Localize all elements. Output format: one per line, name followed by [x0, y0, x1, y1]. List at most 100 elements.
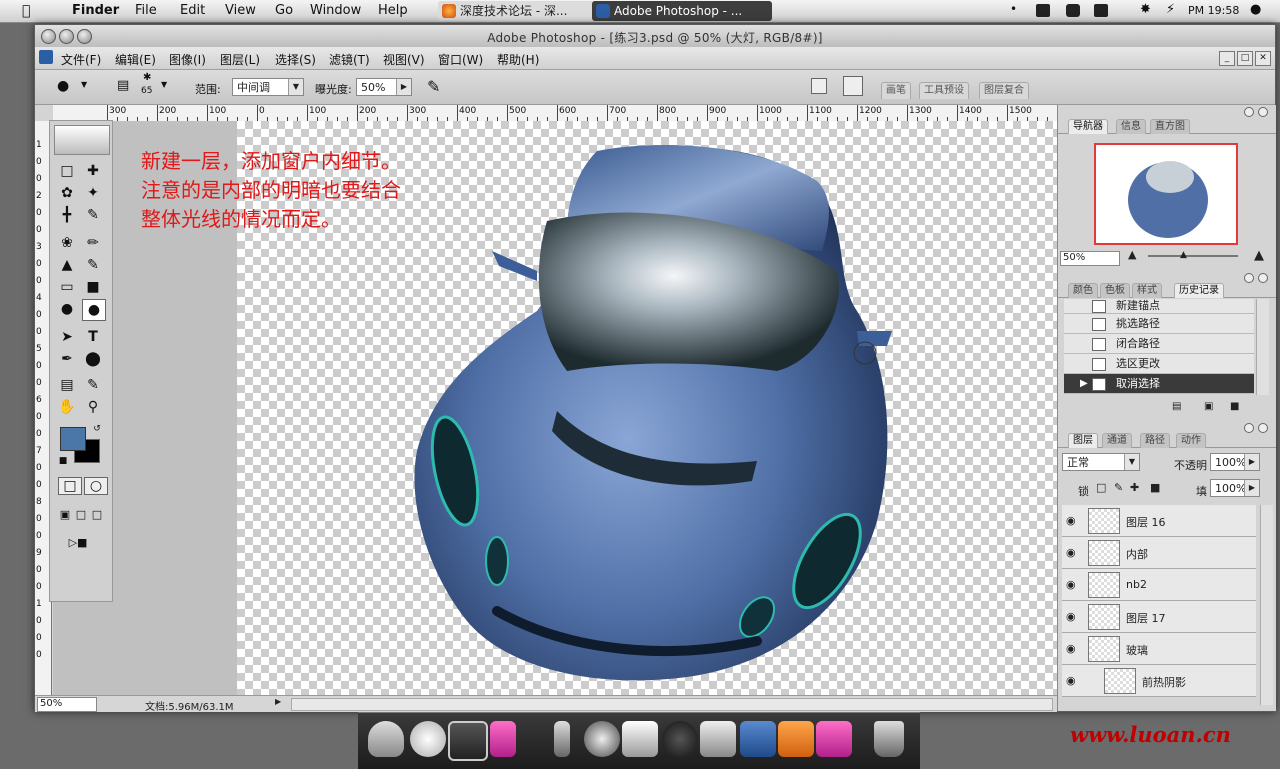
default-colors-icon[interactable]: ■	[52, 451, 74, 471]
spotlight-icon[interactable]: ●	[1250, 2, 1261, 17]
history-item[interactable]: 新建锚点	[1064, 299, 1254, 314]
tab-tool-presets[interactable]: 工具预设	[919, 82, 969, 99]
zoom-tool-icon[interactable]: ⚲	[82, 397, 104, 417]
jump-to-imageready-icon[interactable]: ▷■	[56, 533, 100, 553]
ps-menu-view[interactable]: 视图(V)	[383, 51, 425, 68]
visibility-eye-icon[interactable]: ◉	[1066, 642, 1076, 655]
marquee-tool-icon[interactable]: □	[56, 161, 78, 181]
brush-preset-icon[interactable]: ▤	[117, 78, 129, 93]
notebook-icon[interactable]	[490, 721, 516, 757]
visibility-eye-icon[interactable]: ◉	[1066, 546, 1076, 559]
dodge-tool-icon[interactable]: ●	[82, 299, 106, 321]
range-select[interactable]: 中间调 ▼	[232, 78, 304, 96]
lock-all-icon[interactable]: ■	[1150, 481, 1160, 494]
menu-window[interactable]: Window	[310, 3, 361, 18]
zoom-slider-thumb-icon[interactable]: ▲	[1180, 250, 1187, 260]
robot-icon[interactable]	[700, 721, 736, 757]
gamepad-icon[interactable]	[368, 721, 404, 757]
layer-row[interactable]: ◉ 前热阴影	[1062, 665, 1256, 697]
clone-stamp-tool-icon[interactable]: ▲	[56, 255, 78, 275]
visibility-eye-icon[interactable]: ◉	[1066, 610, 1076, 623]
ps-menu-edit[interactable]: 编辑(E)	[115, 51, 156, 68]
tab-histogram[interactable]: 直方图	[1150, 119, 1190, 134]
history-item-selected[interactable]: ▶ 取消选择	[1064, 374, 1254, 394]
layer-row[interactable]: ◉ 图层 17	[1062, 601, 1256, 633]
fill-field[interactable]: 100% ▶	[1210, 479, 1260, 497]
gradient-tool-icon[interactable]: ■	[82, 277, 104, 297]
eyedropper-tool-icon[interactable]: ✎	[82, 375, 104, 395]
layer-row[interactable]: ◉ 内部	[1062, 537, 1256, 569]
ps-menu-help[interactable]: 帮助(H)	[497, 51, 539, 68]
tab-styles[interactable]: 样式	[1132, 283, 1162, 298]
palette-well-icon[interactable]	[843, 76, 863, 96]
history-brush-tool-icon[interactable]: ✎	[82, 255, 104, 275]
butterfly-app-icon[interactable]	[816, 721, 852, 757]
visibility-eye-icon[interactable]: ◉	[1066, 578, 1076, 591]
ps-menu-select[interactable]: 选择(S)	[275, 51, 316, 68]
tab-swatches[interactable]: 色板	[1100, 283, 1130, 298]
preset-dropdown-icon[interactable]: ▼	[81, 80, 87, 89]
visibility-eye-icon[interactable]: ◉	[1066, 674, 1076, 687]
quick-mask-icon[interactable]: ○	[84, 477, 108, 495]
menu-help[interactable]: Help	[378, 3, 408, 18]
screen-icon[interactable]	[1094, 4, 1108, 17]
tab-channels[interactable]: 通道	[1102, 433, 1132, 448]
magic-wand-tool-icon[interactable]: ✦	[82, 183, 104, 203]
ps-menu-image[interactable]: 图像(I)	[169, 51, 206, 68]
ps-menu-file[interactable]: 文件(F)	[61, 51, 101, 68]
camera-icon[interactable]	[1066, 4, 1080, 17]
zoom-field[interactable]: 50%	[37, 697, 97, 712]
tab-layers[interactable]: 图层	[1068, 433, 1098, 448]
history-item[interactable]: 挑选路径	[1064, 314, 1254, 334]
menu-finder[interactable]: Finder	[72, 3, 119, 18]
battery-icon[interactable]	[554, 721, 570, 757]
gear-icon[interactable]	[662, 721, 698, 757]
tab-layer-comps[interactable]: 图层复合	[979, 82, 1029, 99]
new-snapshot-icon[interactable]: ▣	[1204, 401, 1213, 412]
visibility-eye-icon[interactable]: ◉	[1066, 514, 1076, 527]
blur-tool-icon[interactable]: ●	[56, 299, 78, 319]
horizontal-scrollbar[interactable]	[291, 698, 1053, 711]
layer-row[interactable]: ◉ 图层 16	[1062, 505, 1256, 537]
tab-color[interactable]: 颜色	[1068, 283, 1098, 298]
status-menu-icon[interactable]: ▶	[275, 697, 281, 706]
screen-mode-full-icon[interactable]: □	[86, 505, 108, 525]
history-scrollbar[interactable]	[1256, 299, 1269, 395]
exposure-field[interactable]: 50% ▶	[356, 78, 412, 96]
lasso-tool-icon[interactable]: ✿	[56, 183, 78, 203]
pen-tool-icon[interactable]: ✒	[56, 349, 78, 369]
menu-go[interactable]: Go	[275, 3, 293, 18]
zoom-out-icon[interactable]: ▲	[1128, 248, 1136, 261]
navigator-preview[interactable]	[1094, 143, 1238, 245]
healing-tool-icon[interactable]: ❀	[56, 233, 78, 253]
panel-minimize-icon[interactable]	[1244, 107, 1254, 117]
standard-mode-icon[interactable]: □	[58, 477, 82, 495]
zoom-slider[interactable]	[1148, 255, 1238, 257]
menu-edit[interactable]: Edit	[180, 3, 205, 18]
calendar-icon[interactable]	[1036, 4, 1050, 17]
layer-row[interactable]: ◉ nb2	[1062, 569, 1256, 601]
foreground-color-swatch[interactable]	[60, 427, 86, 451]
ps-menu-layer[interactable]: 图层(L)	[220, 51, 260, 68]
lock-transparency-icon[interactable]: □	[1096, 481, 1106, 494]
tab-brushes[interactable]: 画笔	[881, 82, 911, 99]
taskbar-photoshop-tab[interactable]: Adobe Photoshop - ...	[592, 1, 772, 21]
bluetooth-icon[interactable]: •	[1010, 2, 1017, 16]
minimize-icon[interactable]: _	[1219, 51, 1235, 66]
move-tool-icon[interactable]: ✚	[82, 161, 104, 181]
clock-app-icon[interactable]	[410, 721, 446, 757]
notes-tool-icon[interactable]: ▤	[56, 375, 78, 395]
slice-tool-icon[interactable]: ✎	[82, 205, 104, 225]
history-item[interactable]: 闭合路径	[1064, 334, 1254, 354]
history-item[interactable]: 选区更改	[1064, 354, 1254, 374]
swap-colors-icon[interactable]: ↺	[86, 419, 108, 439]
tab-paths[interactable]: 路径	[1140, 433, 1170, 448]
taskbar-browser-tab[interactable]: 深度技术论坛 - 深...	[438, 1, 613, 21]
opacity-field[interactable]: 100% ▶	[1210, 453, 1260, 471]
zoom-in-icon[interactable]: ▲	[1254, 248, 1264, 263]
file-browser-icon[interactable]	[811, 78, 827, 94]
flower-app-icon[interactable]	[778, 721, 814, 757]
shape-tool-icon[interactable]: ⬤	[82, 349, 104, 369]
tab-navigator[interactable]: 导航器	[1068, 119, 1108, 134]
brush-tool-icon[interactable]: ✏	[82, 233, 104, 253]
